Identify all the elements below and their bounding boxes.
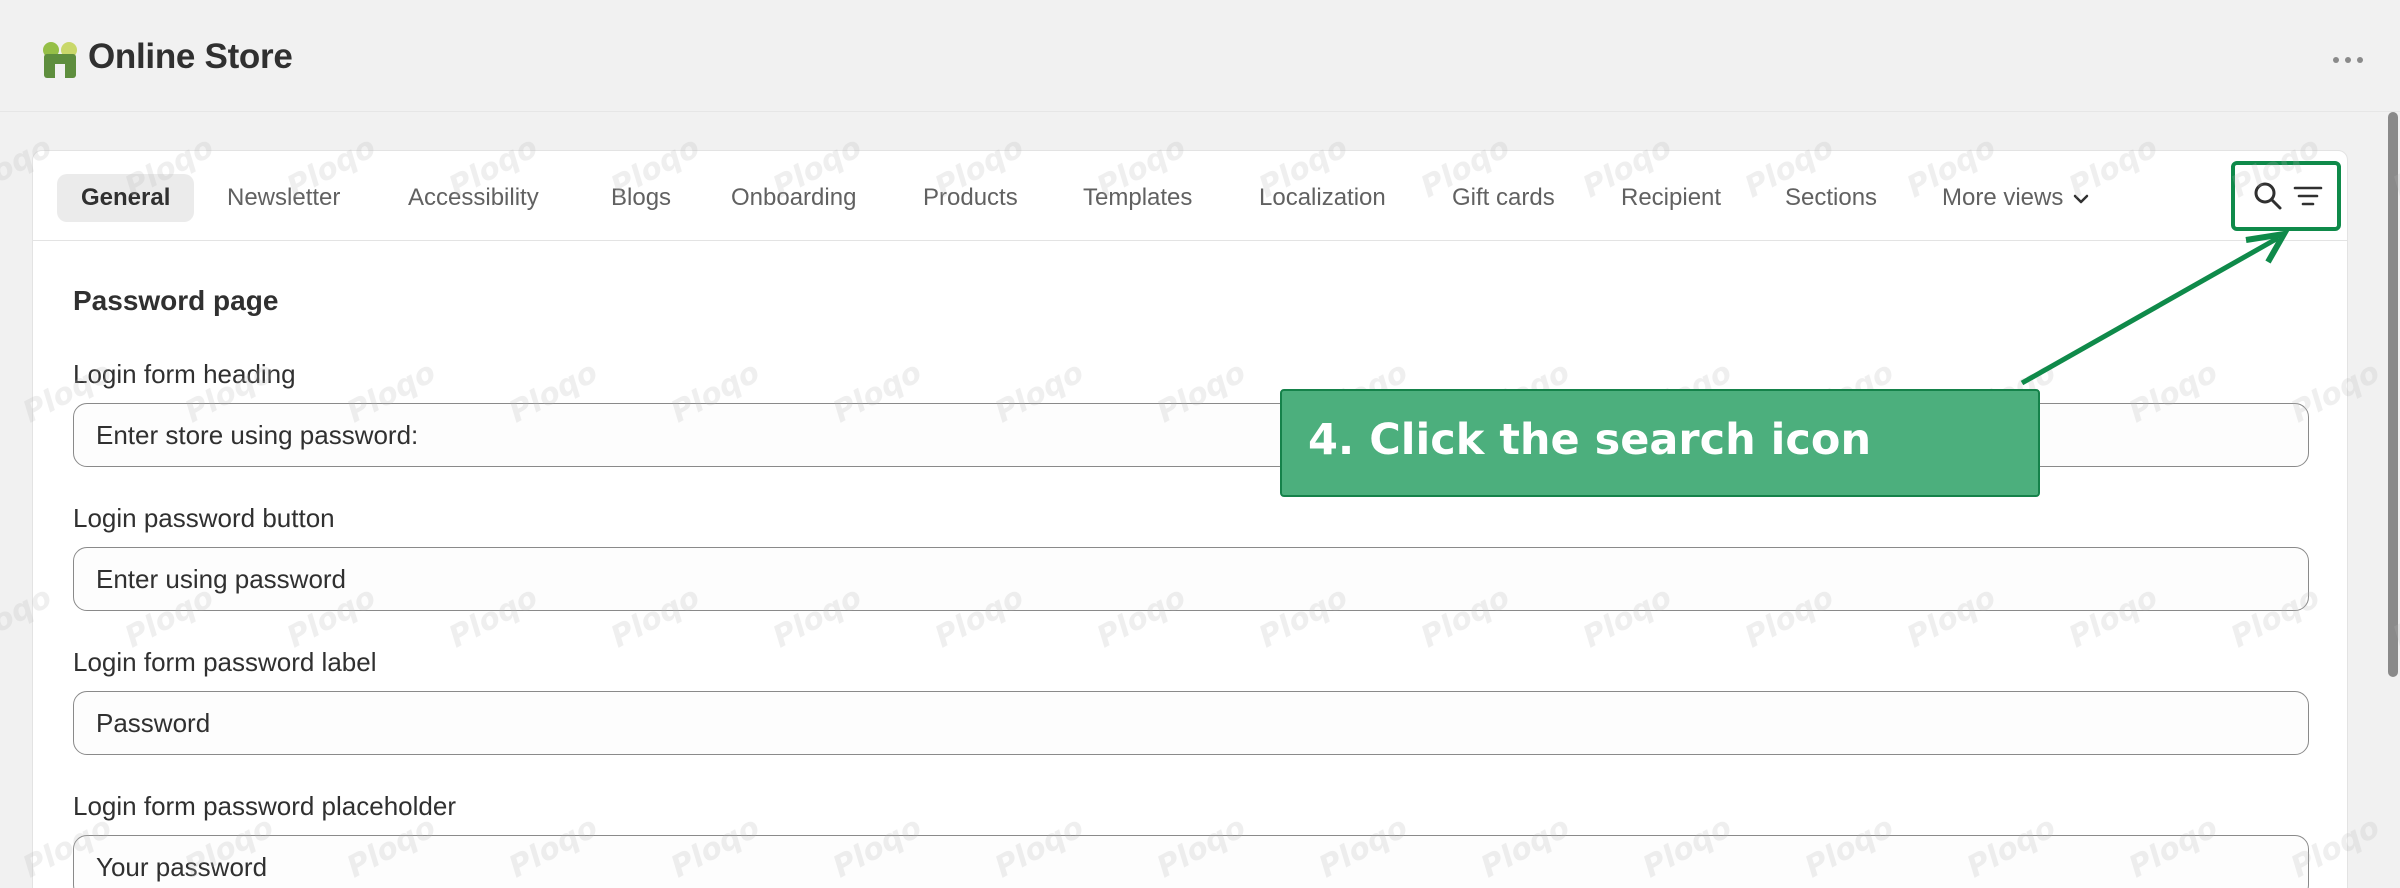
filter-icon[interactable] xyxy=(2291,179,2325,213)
tab-localization[interactable]: Localization xyxy=(1235,174,1410,222)
dot-icon xyxy=(2333,57,2339,63)
tab-templates[interactable]: Templates xyxy=(1059,174,1216,222)
login-form-password-placeholder-input[interactable] xyxy=(73,835,2309,888)
tab-accessibility[interactable]: Accessibility xyxy=(384,174,563,222)
tab-blogs[interactable]: Blogs xyxy=(587,174,695,222)
tab-gift-cards[interactable]: Gift cards xyxy=(1428,174,1579,222)
scrollbar-thumb[interactable] xyxy=(2388,112,2398,677)
instruction-callout: 4. Click the search icon xyxy=(1280,389,2040,497)
more-views-label: More views xyxy=(1942,184,2064,211)
field-label: Login password button xyxy=(73,503,335,533)
section-title: Password page xyxy=(73,285,279,316)
dot-icon xyxy=(2357,57,2363,63)
field-label: Login form password placeholder xyxy=(73,791,456,821)
tab-newsletter[interactable]: Newsletter xyxy=(203,174,364,222)
field-label: Login form password label xyxy=(73,647,377,677)
app-title: Online Store xyxy=(88,37,293,76)
tab-more-views[interactable]: More views xyxy=(1918,174,2115,222)
login-form-password-label-input[interactable] xyxy=(73,691,2309,755)
login-password-button-input[interactable] xyxy=(73,547,2309,611)
tab-sections[interactable]: Sections xyxy=(1761,174,1901,222)
tab-products[interactable]: Products xyxy=(899,174,1042,222)
store-icon xyxy=(43,42,77,78)
search-icon[interactable] xyxy=(2251,179,2285,213)
chevron-down-icon xyxy=(2074,194,2089,203)
field-label: Login form heading xyxy=(73,359,296,389)
callout-text: 4. Click the search icon xyxy=(1308,415,1872,465)
dot-icon xyxy=(2345,57,2351,63)
tab-general[interactable]: General xyxy=(57,174,195,222)
more-actions-button[interactable] xyxy=(2328,44,2368,76)
top-bar: Online Store xyxy=(0,0,2400,112)
tab-recipient[interactable]: Recipient xyxy=(1597,174,1745,222)
settings-card: General Newsletter Accessibility Blogs O… xyxy=(32,150,2348,888)
tab-onboarding[interactable]: Onboarding xyxy=(707,174,880,222)
tabs-bar: General Newsletter Accessibility Blogs O… xyxy=(33,151,2347,241)
